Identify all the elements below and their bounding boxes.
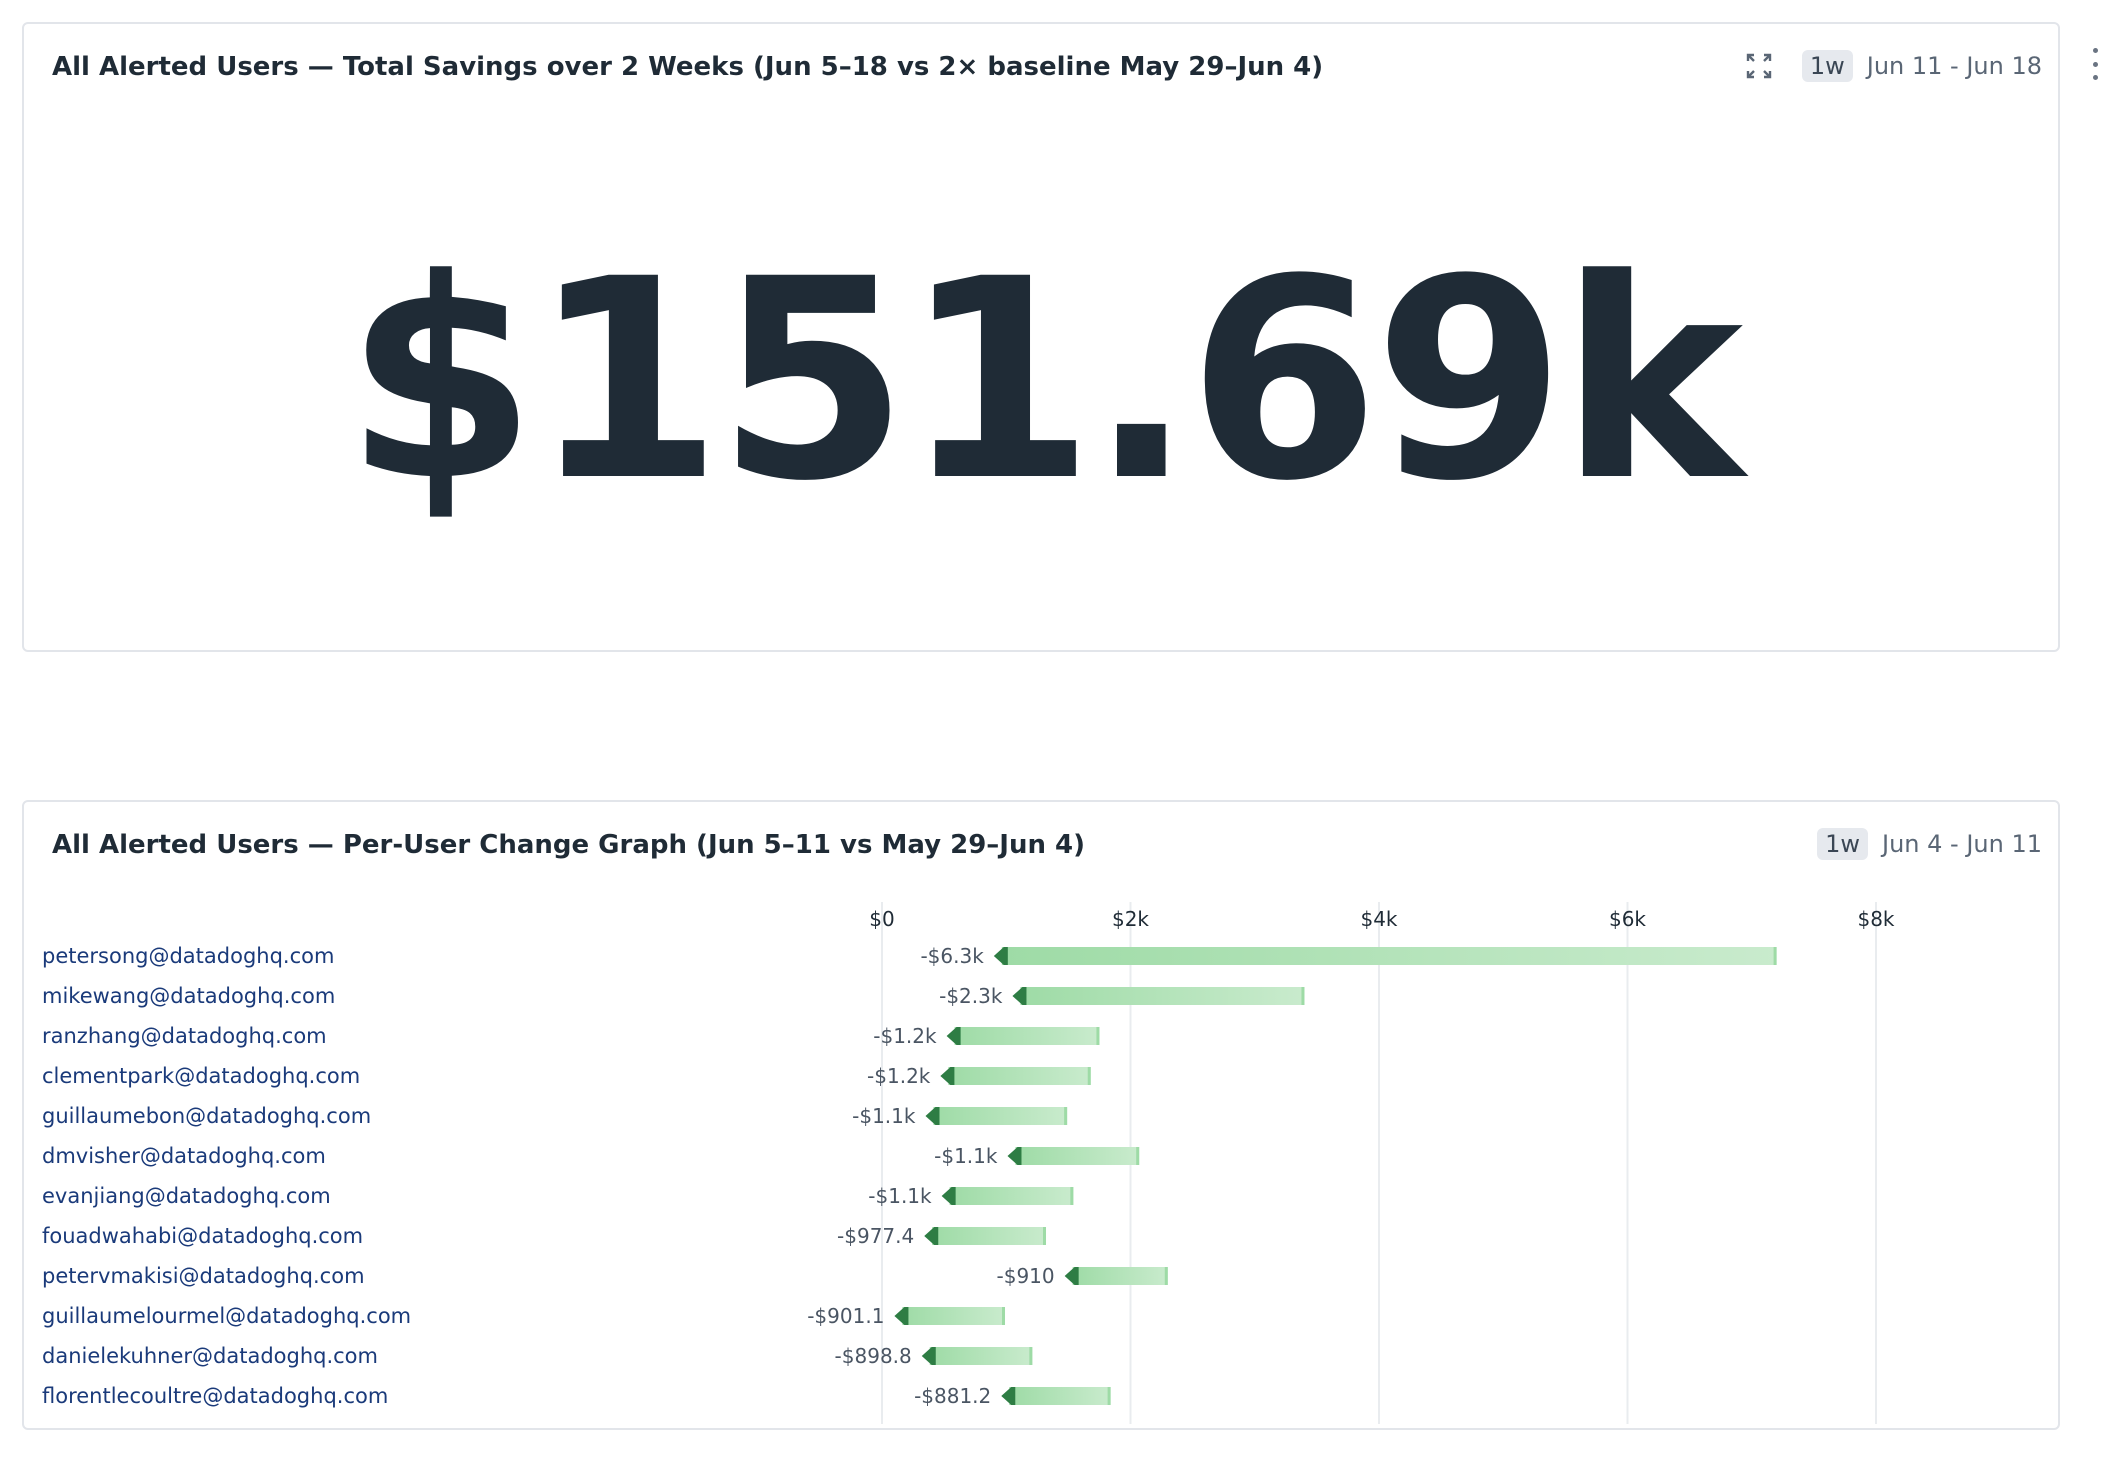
- change-value-label: -$1.1k: [868, 1184, 932, 1208]
- x-tick-label: $0: [869, 907, 894, 931]
- user-label: ranzhang@datadoghq.com: [42, 1024, 327, 1048]
- change-value-label: -$1.2k: [873, 1024, 937, 1048]
- current-value-arrow: [993, 947, 1008, 965]
- x-tick-label: $6k: [1609, 907, 1646, 931]
- previous-value-marker: [1002, 1307, 1006, 1325]
- change-bar: [1020, 987, 1305, 1005]
- timeframe-badge[interactable]: 1w: [1801, 50, 1853, 82]
- x-tick-label: $2k: [1112, 907, 1149, 931]
- user-label: dmvisher@datadoghq.com: [42, 1144, 326, 1168]
- chart-row[interactable]: dmvisher@datadoghq.com -$1.1k: [42, 1144, 1140, 1168]
- change-bar: [1072, 1267, 1168, 1285]
- current-value-arrow: [946, 1027, 961, 1045]
- widget-title: All Alerted Users — Total Savings over 2…: [52, 52, 1324, 82]
- user-label: clementpark@datadoghq.com: [42, 1064, 360, 1088]
- current-value-arrow: [1012, 987, 1027, 1005]
- previous-value-marker: [1070, 1187, 1074, 1205]
- change-value-label: -$977.4: [837, 1224, 914, 1248]
- user-label: evanjiang@datadoghq.com: [42, 1184, 331, 1208]
- user-label: mikewang@datadoghq.com: [42, 984, 335, 1008]
- change-bar: [1009, 1387, 1111, 1405]
- current-value-arrow: [1064, 1267, 1079, 1285]
- x-tick-label: $8k: [1857, 907, 1894, 931]
- user-label: florentlecoultre@datadoghq.com: [42, 1384, 388, 1408]
- previous-value-marker: [1029, 1347, 1033, 1365]
- chart-row[interactable]: mikewang@datadoghq.com -$2.3k: [42, 984, 1305, 1008]
- chart-row[interactable]: danielekuhner@datadoghq.com -$898.8: [42, 1344, 1033, 1368]
- more-options-icon[interactable]: [2088, 48, 2102, 80]
- chart-row[interactable]: evanjiang@datadoghq.com -$1.1k: [42, 1184, 1074, 1208]
- user-label: fouadwahabi@datadoghq.com: [42, 1224, 363, 1248]
- current-value-arrow: [925, 1107, 940, 1125]
- previous-value-marker: [1043, 1227, 1047, 1245]
- change-bar: [1001, 947, 1777, 965]
- chart-row[interactable]: guillaumelourmel@datadoghq.com -$901.1: [42, 1304, 1006, 1328]
- widget-controls: 1w Jun 11 - Jun 18: [1744, 50, 2042, 82]
- current-value-arrow: [940, 1067, 955, 1085]
- user-label: petersong@datadoghq.com: [42, 944, 334, 968]
- previous-value-marker: [1087, 1067, 1091, 1085]
- change-graph-chart: $0 $2k $4k $6k $8k petersong@datadoghq.com -$6…: [42, 902, 1895, 1424]
- previous-value-marker: [1301, 987, 1305, 1005]
- chart-row[interactable]: guillaumebon@datadoghq.com -$1.1k: [42, 1104, 1068, 1128]
- change-bar: [954, 1027, 1100, 1045]
- chart-row[interactable]: petervmakisi@datadoghq.com -$910: [42, 1264, 1168, 1288]
- change-bar: [932, 1227, 1047, 1245]
- previous-value-marker: [1096, 1027, 1100, 1045]
- previous-value-marker: [1107, 1387, 1111, 1405]
- user-label: guillaumebon@datadoghq.com: [42, 1104, 371, 1128]
- user-label: guillaumelourmel@datadoghq.com: [42, 1304, 411, 1328]
- current-value-arrow: [1007, 1147, 1022, 1165]
- user-label: danielekuhner@datadoghq.com: [42, 1344, 378, 1368]
- previous-value-marker: [1773, 947, 1777, 965]
- date-range[interactable]: Jun 11 - Jun 18: [1867, 52, 2042, 80]
- current-value-arrow: [1001, 1387, 1016, 1405]
- change-value-label: -$1.2k: [867, 1064, 931, 1088]
- expand-icon[interactable]: [1744, 51, 1774, 81]
- x-tick-label: $4k: [1360, 907, 1397, 931]
- current-value-arrow: [894, 1307, 909, 1325]
- total-savings-value: $151.69k: [344, 221, 1744, 542]
- change-value-label: -$881.2: [914, 1384, 991, 1408]
- chart-row[interactable]: petersong@datadoghq.com -$6.3k: [42, 944, 1777, 968]
- change-value-label: -$2.3k: [939, 984, 1003, 1008]
- previous-value-marker: [1164, 1267, 1168, 1285]
- change-bar: [948, 1067, 1091, 1085]
- change-bar: [1015, 1147, 1140, 1165]
- chart-row[interactable]: fouadwahabi@datadoghq.com -$977.4: [42, 1224, 1047, 1248]
- change-value-label: -$910: [997, 1264, 1055, 1288]
- previous-value-marker: [1136, 1147, 1140, 1165]
- change-bar: [902, 1307, 1006, 1325]
- change-value-label: -$1.1k: [934, 1144, 998, 1168]
- change-value-label: -$898.8: [835, 1344, 912, 1368]
- change-value-label: -$6.3k: [920, 944, 984, 968]
- previous-value-marker: [1064, 1107, 1068, 1125]
- change-bar: [949, 1187, 1074, 1205]
- change-value-label: -$1.1k: [852, 1104, 916, 1128]
- current-value-arrow: [924, 1227, 939, 1245]
- chart-row[interactable]: clementpark@datadoghq.com -$1.2k: [42, 1064, 1091, 1088]
- total-savings-widget: All Alerted Users — Total Savings over 2…: [22, 22, 2060, 652]
- current-value-arrow: [941, 1187, 956, 1205]
- per-user-change-graph-widget: All Alerted Users — Per-User Change Grap…: [22, 800, 2060, 1430]
- chart-row[interactable]: ranzhang@datadoghq.com -$1.2k: [42, 1024, 1100, 1048]
- change-bar: [933, 1107, 1068, 1125]
- current-value-arrow: [921, 1347, 936, 1365]
- chart-row[interactable]: florentlecoultre@datadoghq.com -$881.2: [42, 1384, 1111, 1408]
- change-bar: [929, 1347, 1033, 1365]
- user-label: petervmakisi@datadoghq.com: [42, 1264, 365, 1288]
- change-value-label: -$901.1: [807, 1304, 884, 1328]
